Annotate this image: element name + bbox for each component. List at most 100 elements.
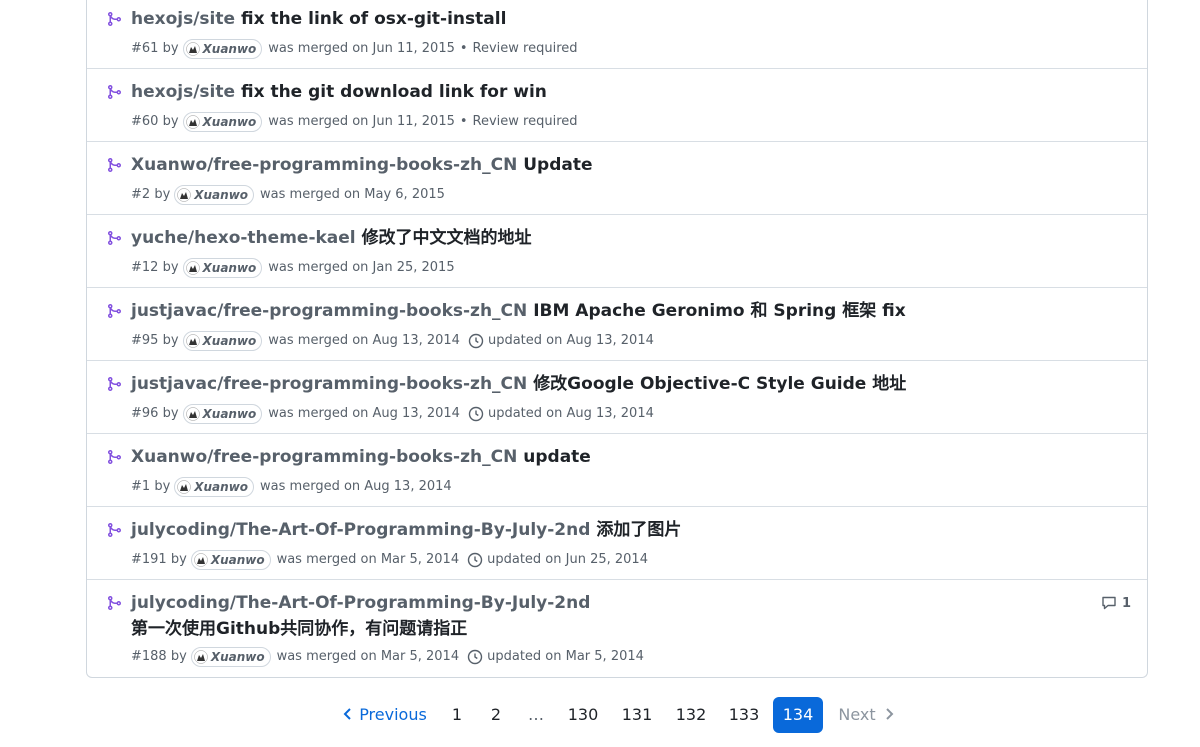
merged-status: was merged on Jun 11, 2015 [268,114,455,129]
pr-meta: #12 by Xuanwo was merged on Jan 25, 2015 [131,258,455,278]
author-name: Xuanwo [210,553,265,567]
page-132[interactable]: 132 [668,697,714,733]
pr-title-line: yuche/hexo-theme-kael 修改了中文文档的地址 [131,226,532,250]
pr-meta: #60 by Xuanwo was merged on Jun 11, 2015 • R… [131,112,578,132]
pr-title-line: julycoding/The-Art-Of-Programming-By-Jul… [131,518,681,542]
page-130[interactable]: 130 [560,697,606,733]
author-link[interactable]: Xuanwo [182,404,263,424]
repo-link[interactable]: justjavac/free-programming-books-zh_CN [131,301,527,321]
avatar [185,261,200,275]
comment-count: 1 [1121,595,1131,611]
pull-request-row: hexojs/site fix the link of osx-git-inst… [87,0,1147,69]
author-link[interactable]: Xuanwo [182,331,263,351]
repo-link[interactable]: julycoding/The-Art-Of-Programming-By-Jul… [131,593,590,613]
by-label: by [154,187,171,202]
author-name: Xuanwo [202,42,257,56]
pr-number: #12 [131,260,159,275]
merged-status: was merged on Jun 11, 2015 [268,41,455,56]
pr-number: #1 [131,479,151,494]
author-link[interactable]: Xuanwo [190,550,271,570]
page-gap: … [522,697,550,733]
pull-request-row: julycoding/The-Art-Of-Programming-By-Jul… [87,580,1147,678]
pr-title-line: justjavac/free-programming-books-zh_CN 修… [131,372,906,396]
author-link[interactable]: Xuanwo [182,258,263,278]
pr-title-line: Xuanwo/free-programming-books-zh_CN upda… [131,445,591,469]
author-name: Xuanwo [210,650,265,664]
clock-icon [468,406,484,422]
pull-request-row: Xuanwo/free-programming-books-zh_CN Upda… [87,142,1147,215]
page-label: 1 [451,705,463,724]
repo-link[interactable]: Xuanwo/free-programming-books-zh_CN [131,447,517,467]
pull-request-list: hexojs/site fix the link of osx-git-inst… [86,0,1148,678]
author-link[interactable]: Xuanwo [190,647,271,667]
author-link[interactable]: Xuanwo [174,477,255,497]
merged-status: was merged on Jan 25, 2015 [268,260,455,275]
comments-link[interactable]: 1 [1101,595,1131,611]
page-label: 131 [621,705,653,724]
separator-dot: • [459,41,468,56]
author-name: Xuanwo [194,188,249,202]
comment-icon [1101,595,1117,611]
pr-meta: #191 by Xuanwo was merged on Mar 5, 2014 up… [131,550,648,570]
pr-meta: #188 by Xuanwo was merged on Mar 5, 2014 up… [131,647,644,667]
pr-number: #95 [131,333,159,348]
separator-dot: • [459,114,468,129]
pr-meta: #1 by Xuanwo was merged on Aug 13, 2014 [131,477,452,497]
pr-title-link[interactable]: IBM Apache Geronimo 和 Spring 框架 fix [533,301,906,321]
page-1[interactable]: 1 [443,697,471,733]
pr-title-line: hexojs/site fix the git download link fo… [131,80,547,104]
pr-title-link[interactable]: update [523,447,591,467]
author-name: Xuanwo [202,261,257,275]
pr-title-line: Xuanwo/free-programming-books-zh_CN Upda… [131,153,593,177]
page-134-current[interactable]: 134 [773,697,823,733]
pr-number: #96 [131,406,159,421]
author-link[interactable]: Xuanwo [174,185,255,205]
pr-title-link[interactable]: 第一次使用Github共同协作，有问题请指正 [131,617,467,641]
clock-icon [467,552,483,568]
avatar [185,407,200,421]
page-label: 134 [782,705,814,724]
next-page-button[interactable]: Next [834,697,898,733]
clock-icon [467,649,483,665]
avatar [193,650,208,664]
page-label: 2 [490,705,502,724]
page-133[interactable]: 133 [721,697,767,733]
repo-link[interactable]: Xuanwo/free-programming-books-zh_CN [131,155,517,175]
pr-title-link[interactable]: 修改Google Objective-C Style Guide 地址 [533,374,906,394]
updated-time: updated on Aug 13, 2014 [487,406,654,421]
repo-link[interactable]: hexojs/site [131,9,235,29]
repo-link[interactable]: yuche/hexo-theme-kael [131,228,356,248]
updated-time: updated on Aug 13, 2014 [487,333,654,348]
merged-status: was merged on Mar 5, 2014 [276,649,460,664]
merged-pr-icon [106,522,122,538]
merged-pr-icon [106,303,122,319]
by-label: by [170,552,187,567]
pull-request-row: justjavac/free-programming-books-zh_CN I… [87,288,1147,361]
pull-request-row: julycoding/The-Art-Of-Programming-By-Jul… [87,507,1147,580]
pull-request-row: yuche/hexo-theme-kael 修改了中文文档的地址 #12 by Xu… [87,215,1147,288]
author-link[interactable]: Xuanwo [182,39,263,59]
repo-link[interactable]: hexojs/site [131,82,235,102]
by-label: by [162,41,179,56]
pull-request-row: justjavac/free-programming-books-zh_CN 修… [87,361,1147,434]
previous-page-button[interactable]: Previous [340,697,430,733]
merged-pr-icon [106,84,122,100]
page-2[interactable]: 2 [482,697,510,733]
pr-number: #60 [131,114,159,129]
repo-link[interactable]: julycoding/The-Art-Of-Programming-By-Jul… [131,520,590,540]
merged-pr-icon [106,376,122,392]
chevron-right-icon [884,697,894,733]
repo-link[interactable]: justjavac/free-programming-books-zh_CN [131,374,527,394]
merged-status: was merged on May 6, 2015 [260,187,445,202]
merged-status: was merged on Aug 13, 2014 [268,333,460,348]
page-label: 133 [728,705,760,724]
page-131[interactable]: 131 [614,697,660,733]
author-link[interactable]: Xuanwo [182,112,263,132]
page-label: … [528,705,544,724]
pr-title-link[interactable]: 添加了图片 [596,520,681,540]
pr-title-link[interactable]: Update [523,155,592,175]
pr-title-link[interactable]: fix the git download link for win [241,82,547,102]
pr-title-link[interactable]: 修改了中文文档的地址 [362,228,532,248]
merged-pr-icon [106,11,122,27]
pr-title-link[interactable]: fix the link of osx-git-install [241,9,506,29]
